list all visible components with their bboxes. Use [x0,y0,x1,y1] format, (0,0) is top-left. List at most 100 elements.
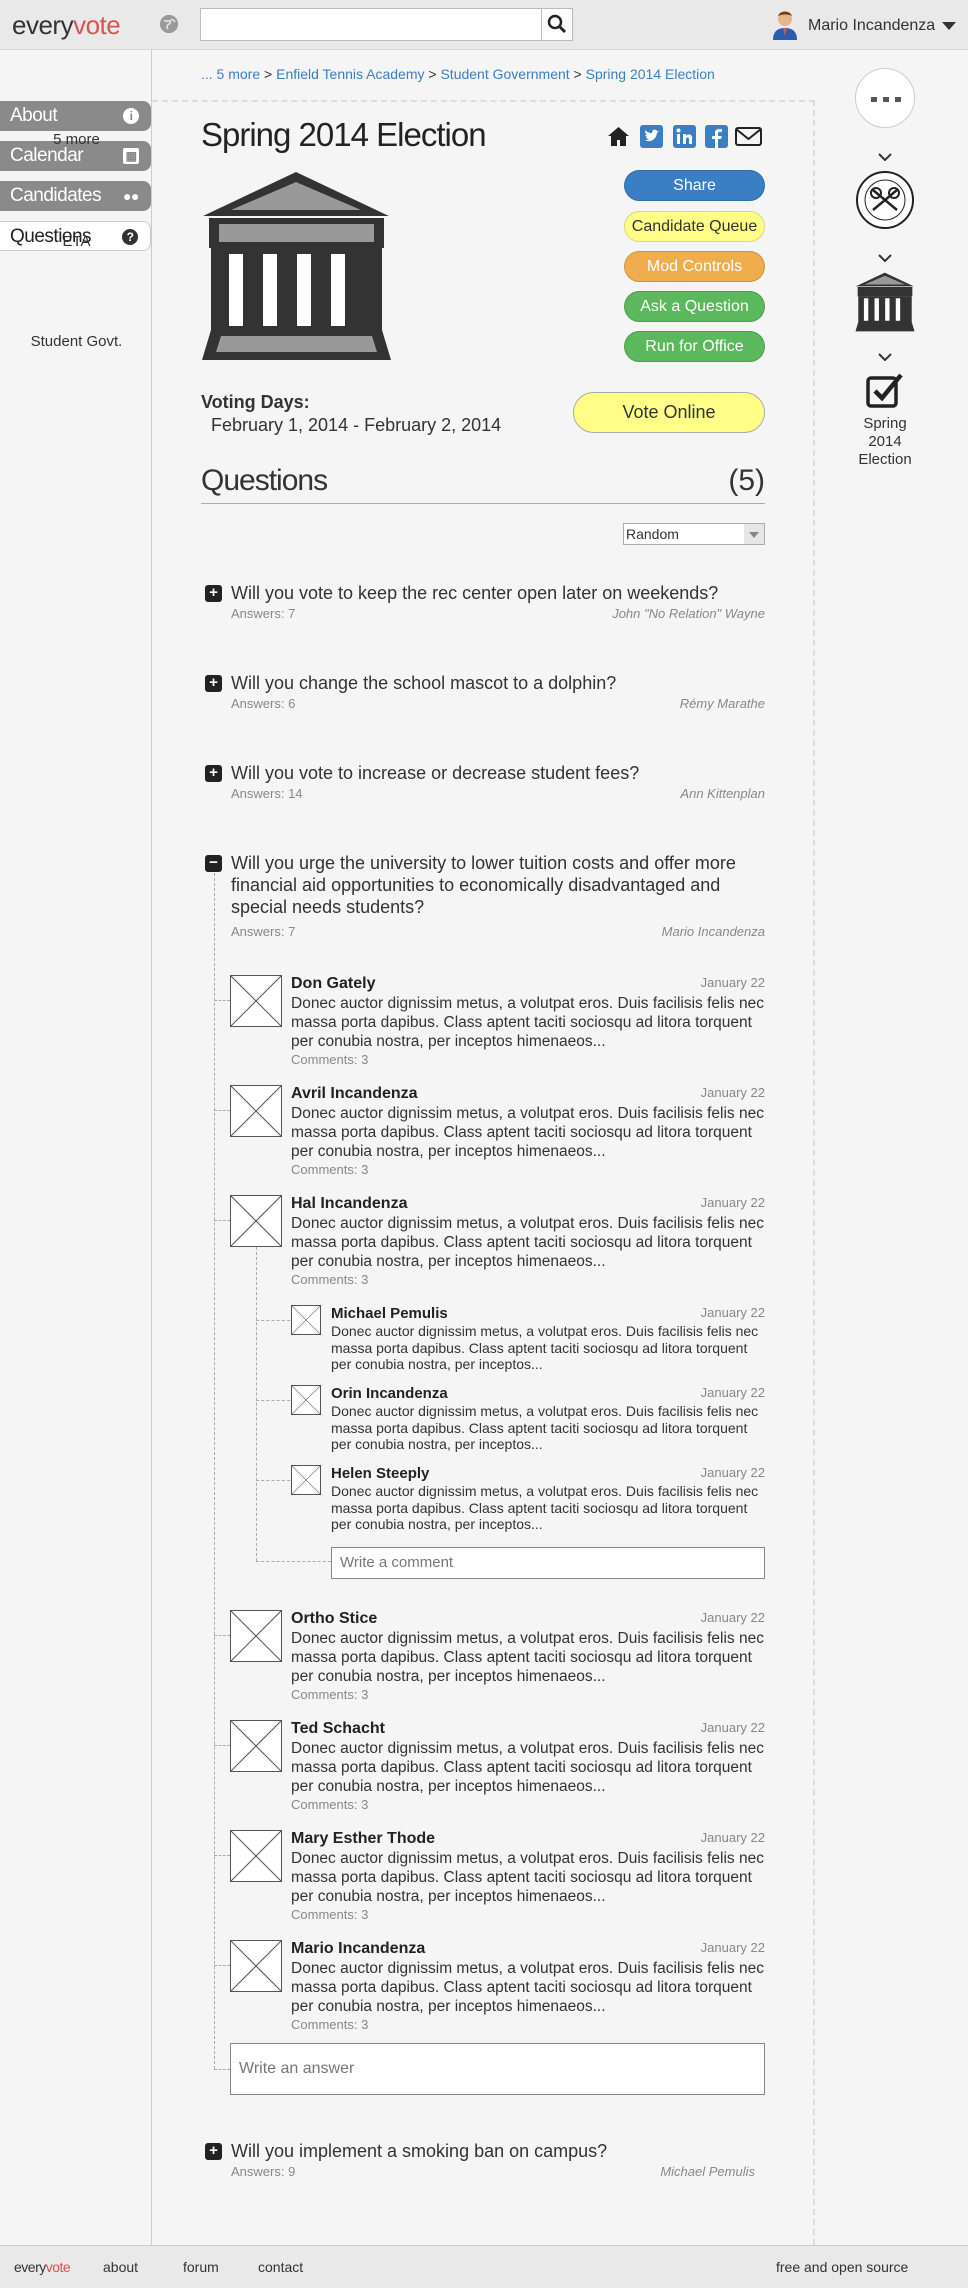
footer-link-about[interactable]: about [103,2259,138,2275]
rail-more[interactable]: 5 more [0,131,153,149]
avatar-placeholder[interactable] [230,1610,282,1662]
more-ellipsis-icon[interactable] [855,68,915,128]
answer-date: January 22 [700,1195,765,1210]
mail-icon[interactable] [735,125,762,148]
question-author[interactable]: Mario Incandenza [662,924,765,939]
comments-count[interactable]: Comments: 3 [291,1687,368,1702]
avatar-placeholder[interactable] [230,1830,282,1882]
thread-connector [214,1220,230,1221]
vote-online-button[interactable]: Vote Online [573,392,765,433]
avatar-placeholder[interactable] [291,1305,321,1335]
answer-author[interactable]: Don Gately [291,975,375,993]
comment-date: January 22 [700,1305,765,1320]
question-item: + Will you implement a smoking ban on cam… [205,2140,765,2182]
search-button[interactable] [542,9,572,40]
question-text[interactable]: Will you change the school mascot to a d… [231,672,761,694]
expand-icon[interactable]: + [205,765,222,782]
sort-value: Random [626,526,679,542]
expand-icon[interactable]: + [205,675,222,692]
question-author[interactable]: Michael Pemulis [660,2164,755,2179]
avatar-placeholder[interactable] [230,1085,282,1137]
avatar-placeholder[interactable] [230,1195,282,1247]
question-text[interactable]: Will you vote to keep the rec center ope… [231,582,761,604]
answer-date: January 22 [700,975,765,990]
home-icon[interactable] [607,125,630,148]
thread-connector [214,1110,230,1111]
thread-connector [214,2069,230,2070]
question-text[interactable]: Will you implement a smoking ban on camp… [231,2140,761,2162]
answer-thread-line [214,873,215,2069]
twitter-icon[interactable] [640,125,663,148]
run-for-office-button[interactable]: Run for Office [624,331,765,362]
question-author[interactable]: Ann Kittenplan [680,786,765,801]
comment-input[interactable]: Write a comment [331,1547,765,1579]
breadcrumb: ... 5 more > Enfield Tennis Academy > St… [201,66,715,82]
answer-author[interactable]: Hal Incandenza [291,1195,407,1213]
mod-controls-button[interactable]: Mod Controls [624,251,765,282]
rail-node-eta[interactable]: ETA [0,233,153,251]
globe-icon[interactable] [160,15,178,33]
sidebar-item-candidates[interactable]: Candidates ●● [0,181,151,211]
breadcrumb-student-government[interactable]: Student Government [440,66,569,82]
answer-author[interactable]: Mary Esther Thode [291,1830,435,1848]
page-title: Spring 2014 Election [201,116,487,153]
facebook-icon[interactable] [705,125,728,148]
sidebar-item-about[interactable]: About i [0,101,151,131]
comment-author[interactable]: Orin Incandenza [331,1385,448,1402]
rail-node-election[interactable]: Spring 2014 Election [845,415,925,469]
expand-icon[interactable]: + [205,2143,222,2160]
breadcrumb-election[interactable]: Spring 2014 Election [586,66,715,82]
ask-question-button[interactable]: Ask a Question [624,291,765,322]
question-text[interactable]: Will you vote to increase or decrease st… [231,762,761,784]
thread-connector [214,1745,230,1746]
avatar-placeholder[interactable] [291,1385,321,1415]
avatar-placeholder[interactable] [291,1465,321,1495]
avatar-placeholder[interactable] [230,975,282,1027]
answer-author[interactable]: Mario Incandenza [291,1940,425,1958]
breadcrumb-eta[interactable]: Enfield Tennis Academy [276,66,424,82]
answer-author[interactable]: Ortho Stice [291,1610,377,1628]
comment-author[interactable]: Michael Pemulis [331,1305,448,1322]
search-input[interactable] [201,9,542,40]
answer-input[interactable]: Write an answer [230,2043,765,2095]
footer-link-contact[interactable]: contact [258,2259,303,2275]
thread-connector [214,1000,230,1001]
comments-count[interactable]: Comments: 3 [291,1907,368,1922]
building-icon[interactable] [855,272,915,332]
chevron-down-icon[interactable] [942,22,956,30]
question-text[interactable]: Will you urge the university to lower tu… [231,852,761,918]
question-author[interactable]: Rémy Marathe [680,696,765,711]
candidate-queue-button[interactable]: Candidate Queue [624,211,765,242]
logo[interactable]: everyvote [12,10,121,41]
comments-count[interactable]: Comments: 3 [291,1272,368,1287]
thread-connector [214,1965,230,1966]
comments-count[interactable]: Comments: 3 [291,1162,368,1177]
comment-author[interactable]: Helen Steeply [331,1465,429,1482]
footer-link-forum[interactable]: forum [183,2259,219,2275]
breadcrumb-more[interactable]: ... 5 more [201,66,260,82]
comments-count[interactable]: Comments: 3 [291,1052,368,1067]
answer-author[interactable]: Ted Schacht [291,1720,385,1738]
avatar-placeholder[interactable] [230,1940,282,1992]
sidebar [0,50,152,2245]
comments-count[interactable]: Comments: 3 [291,2017,368,2032]
sort-select[interactable]: Random [623,523,765,545]
linkedin-icon[interactable] [673,125,696,148]
answer-body: Donec auctor dignissim metus, a volutpat… [291,1850,764,1905]
answer-author[interactable]: Avril Incandenza [291,1085,418,1103]
logo-vote: vote [73,10,121,40]
comment-body: Donec auctor dignissim metus, a volutpat… [331,1403,759,1452]
footer-logo[interactable]: everyvote [14,2259,71,2275]
sidebar-item-label: About [10,105,58,126]
checkbox-icon[interactable] [866,372,904,408]
expand-icon[interactable]: + [205,585,222,602]
answer-count: Answers: 14 [231,786,303,801]
collapse-icon[interactable]: − [205,855,222,872]
avatar-placeholder[interactable] [230,1720,282,1772]
question-author[interactable]: John "No Relation" Wayne [612,606,765,621]
share-button[interactable]: Share [624,170,765,201]
rail-node-student-govt[interactable]: Student Govt. [0,333,153,351]
comments-count[interactable]: Comments: 3 [291,1797,368,1812]
question-item: − Will you urge the university to lower t… [205,852,765,942]
eta-logo[interactable] [855,170,915,230]
